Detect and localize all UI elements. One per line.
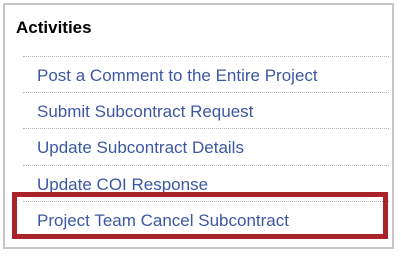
activities-list: Post a Comment to the Entire Project Sub… [23, 56, 389, 239]
activity-post-comment[interactable]: Post a Comment to the Entire Project [23, 56, 389, 93]
panel-title: Activities [16, 18, 92, 37]
activity-link-label[interactable]: Post a Comment to the Entire Project [37, 66, 318, 86]
activity-update-subcontract-details[interactable]: Update Subcontract Details [23, 129, 389, 166]
activity-link-label[interactable]: Submit Subcontract Request [37, 102, 253, 122]
activity-link-label[interactable]: Update Subcontract Details [37, 138, 244, 158]
activities-panel: Activities Post a Comment to the Entire … [3, 3, 394, 249]
activity-link-label[interactable]: Update COI Response [37, 175, 208, 195]
activity-cancel-subcontract[interactable]: Project Team Cancel Subcontract [23, 202, 389, 239]
activity-update-coi-response[interactable]: Update COI Response [23, 166, 389, 202]
activity-link-label[interactable]: Project Team Cancel Subcontract [37, 211, 289, 231]
activity-submit-subcontract-request[interactable]: Submit Subcontract Request [23, 93, 389, 129]
